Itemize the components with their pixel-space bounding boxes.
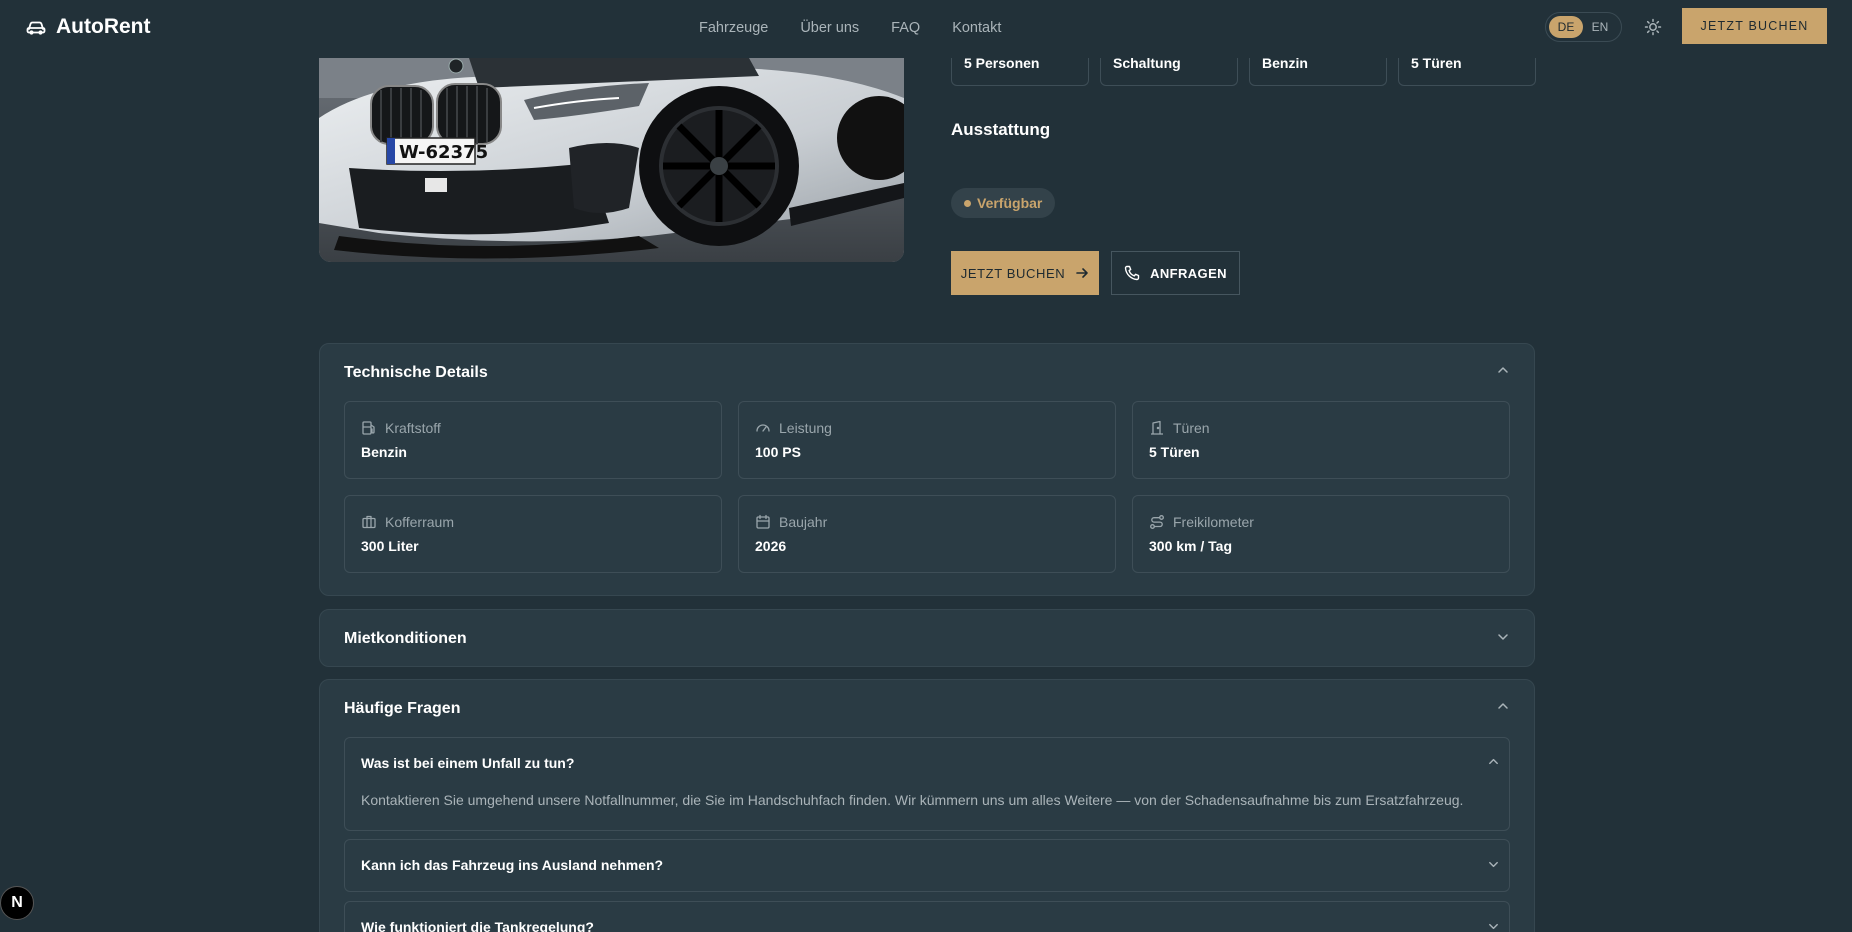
chevron-down-icon[interactable] [1487,858,1500,871]
detail-label: Kofferraum [385,514,454,530]
detail-label: Türen [1173,420,1210,436]
luggage-icon [361,514,377,530]
book-now-button[interactable]: JETZT BUCHEN [951,251,1099,295]
brand-name: AutoRent [56,15,151,38]
theme-toggle-button[interactable] [1641,15,1665,39]
faq-title[interactable]: Häufige Fragen [344,700,460,718]
chevron-down-icon[interactable] [1496,630,1510,644]
detail-value: Benzin [361,444,407,460]
chevron-up-icon[interactable] [1496,699,1510,713]
detail-label: Kraftstoff [385,420,441,436]
dev-tools-badge[interactable]: N [0,886,34,920]
lang-option-en[interactable]: EN [1583,16,1617,38]
detail-card-power: Leistung 100 PS [738,401,1116,479]
nav-link-ueber-uns[interactable]: Über uns [800,18,859,38]
detail-value: 300 km / Tag [1149,538,1233,554]
chevron-up-icon[interactable] [1487,755,1500,768]
detail-label: Leistung [779,420,832,436]
detail-card-year: Baujahr 2026 [738,495,1116,573]
faq-question[interactable]: Wie funktioniert die Tankregelung? [361,919,594,932]
detail-value: 300 Liter [361,538,419,554]
door-icon [1149,420,1165,436]
inquiry-label: ANFRAGEN [1150,265,1227,281]
sun-icon [1644,18,1662,36]
phone-icon [1124,265,1140,281]
book-now-label: JETZT BUCHEN [960,265,1066,281]
detail-card-luggage: Kofferraum 300 Liter [344,495,722,573]
gauge-icon [755,420,771,436]
faq-answer: Kontaktieren Sie umgehend unsere Notfall… [361,792,1464,808]
detail-card-mileage: Freikilometer 300 km / Tag [1132,495,1510,573]
nav-link-faq[interactable]: FAQ [891,18,920,38]
equipment-heading: Ausstattung [951,120,1051,139]
nav-link-kontakt[interactable]: Kontakt [952,18,1001,38]
header-book-button[interactable]: JETZT BUCHEN [1682,8,1827,44]
rental-conditions-title[interactable]: Mietkonditionen [344,630,467,648]
faq-item-fuel-policy[interactable]: Wie funktioniert die Tankregelung? [344,901,1510,932]
license-plate-text: W-62375 [399,142,488,163]
chevron-up-icon[interactable] [1496,363,1510,377]
language-toggle: DE EN [1545,12,1622,42]
detail-card-doors: Türen 5 Türen [1132,401,1510,479]
faq-question[interactable]: Kann ich das Fahrzeug ins Ausland nehmen… [361,857,663,873]
site-header: AutoRent Fahrzeuge Über uns FAQ Kontakt … [0,0,1852,58]
faq-item-accident: Was ist bei einem Unfall zu tun? Kontakt… [344,737,1510,831]
detail-value: 2026 [755,538,787,554]
arrow-right-icon [1075,266,1089,280]
detail-card-fuel: Kraftstoff Benzin [344,401,722,479]
chevron-down-icon[interactable] [1487,920,1500,932]
car-image: W-62375 [319,58,904,262]
faq-panel: Häufige Fragen Was ist bei einem Unfall … [319,679,1535,932]
faq-item-abroad[interactable]: Kann ich das Fahrzeug ins Ausland nehmen… [344,839,1510,892]
detail-value: 5 Türen [1149,444,1200,460]
fuel-icon [361,420,377,436]
detail-value: 100 PS [755,444,801,460]
main-nav: Fahrzeuge Über uns FAQ Kontakt [699,18,1001,38]
route-icon [1149,514,1165,530]
detail-label: Freikilometer [1173,514,1254,530]
calendar-icon [755,514,771,530]
faq-question[interactable]: Was ist bei einem Unfall zu tun? [361,755,574,771]
detail-label: Baujahr [779,514,828,530]
brand-logo[interactable]: AutoRent [26,15,150,39]
lang-option-de[interactable]: DE [1549,16,1583,38]
availability-badge: Verfügbar [951,188,1056,218]
technical-details-title[interactable]: Technische Details [344,364,488,382]
inquiry-button[interactable]: ANFRAGEN [1111,251,1240,295]
nav-link-fahrzeuge[interactable]: Fahrzeuge [699,18,768,38]
car-icon [26,19,46,35]
technical-details-panel: Technische Details Kraftstoff Benzin Lei… [319,343,1535,596]
rental-conditions-panel[interactable]: Mietkonditionen [319,609,1535,667]
